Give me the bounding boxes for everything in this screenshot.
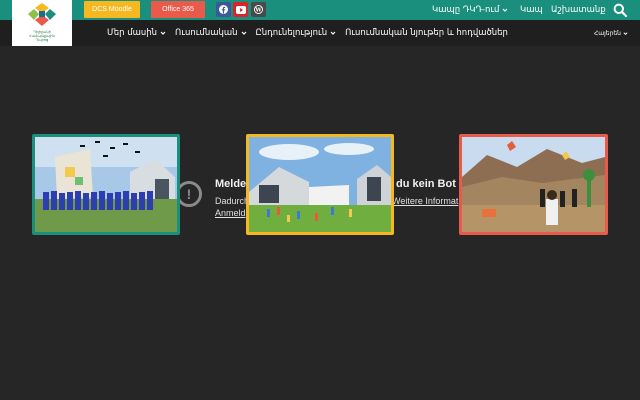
graduation-photo[interactable] xyxy=(32,134,180,235)
wordpress-icon[interactable]: W xyxy=(251,2,266,17)
nav-item-label: Ուսումնական նյութեր և հոդվածներ xyxy=(345,28,508,38)
language-label: Հայերեն xyxy=(594,29,621,37)
main-nav: Մեր մասին Ուսումնական Ընդունելություն Ու… xyxy=(0,20,640,46)
school-yard-photo[interactable] xyxy=(246,134,394,235)
language-selector[interactable]: Հայերեն xyxy=(594,20,628,46)
chevron-down-icon xyxy=(160,31,166,35)
nav-item-academic[interactable]: Ուսումնական xyxy=(175,28,247,38)
notice-text: Dadurch xyxy=(215,196,250,206)
facebook-icon[interactable] xyxy=(216,2,231,17)
nav-item-label: Ընդունելություն xyxy=(255,28,328,38)
chevron-down-icon xyxy=(623,31,628,35)
kite-hill-photo[interactable] xyxy=(459,134,608,235)
svg-text:W: W xyxy=(254,8,262,14)
logo-emblem-icon xyxy=(28,3,56,26)
chevron-down-icon xyxy=(241,31,246,35)
nav-item-about[interactable]: Մեր մասին xyxy=(107,28,166,38)
nav-items: Մեր մասին Ուսումնական Ընդունելություն Ու… xyxy=(107,20,508,46)
more-info-link[interactable]: Weitere Informat xyxy=(392,196,458,206)
notice-title-continued: du kein Bot bi xyxy=(396,178,469,190)
office365-button[interactable]: Office 365 xyxy=(151,1,205,18)
moodle-button[interactable]: DCS Moodle xyxy=(84,1,140,18)
contact-menu[interactable]: Կապը ԴԿԴ-ում xyxy=(432,0,508,20)
logo-text-line3: Դպրոց xyxy=(35,38,49,42)
notice-title: Melde xyxy=(215,178,247,190)
chevron-down-icon xyxy=(330,31,336,35)
site-logo[interactable]: Դիլիջանի Համայնքային Դպրոց xyxy=(12,0,72,46)
contact-menu-label: Կապը ԴԿԴ-ում xyxy=(432,5,500,15)
nav-item-resources[interactable]: Ուսումնական նյութեր և հոդվածներ xyxy=(345,28,508,38)
youtube-icon[interactable] xyxy=(233,2,248,17)
chevron-down-icon xyxy=(503,8,508,12)
contact-link[interactable]: Կապ xyxy=(520,0,543,20)
logo-text: Դիլիջանի Համայնքային Դպրոց xyxy=(12,30,72,42)
nav-item-admissions[interactable]: Ընդունելություն xyxy=(256,28,337,38)
nav-item-label: Մեր մասին xyxy=(107,28,158,38)
search-icon[interactable] xyxy=(613,3,627,17)
nav-item-label: Ուսումնական xyxy=(175,28,238,38)
login-link[interactable]: Anmeld xyxy=(215,208,246,218)
careers-link[interactable]: Աշխատանք xyxy=(551,0,606,20)
